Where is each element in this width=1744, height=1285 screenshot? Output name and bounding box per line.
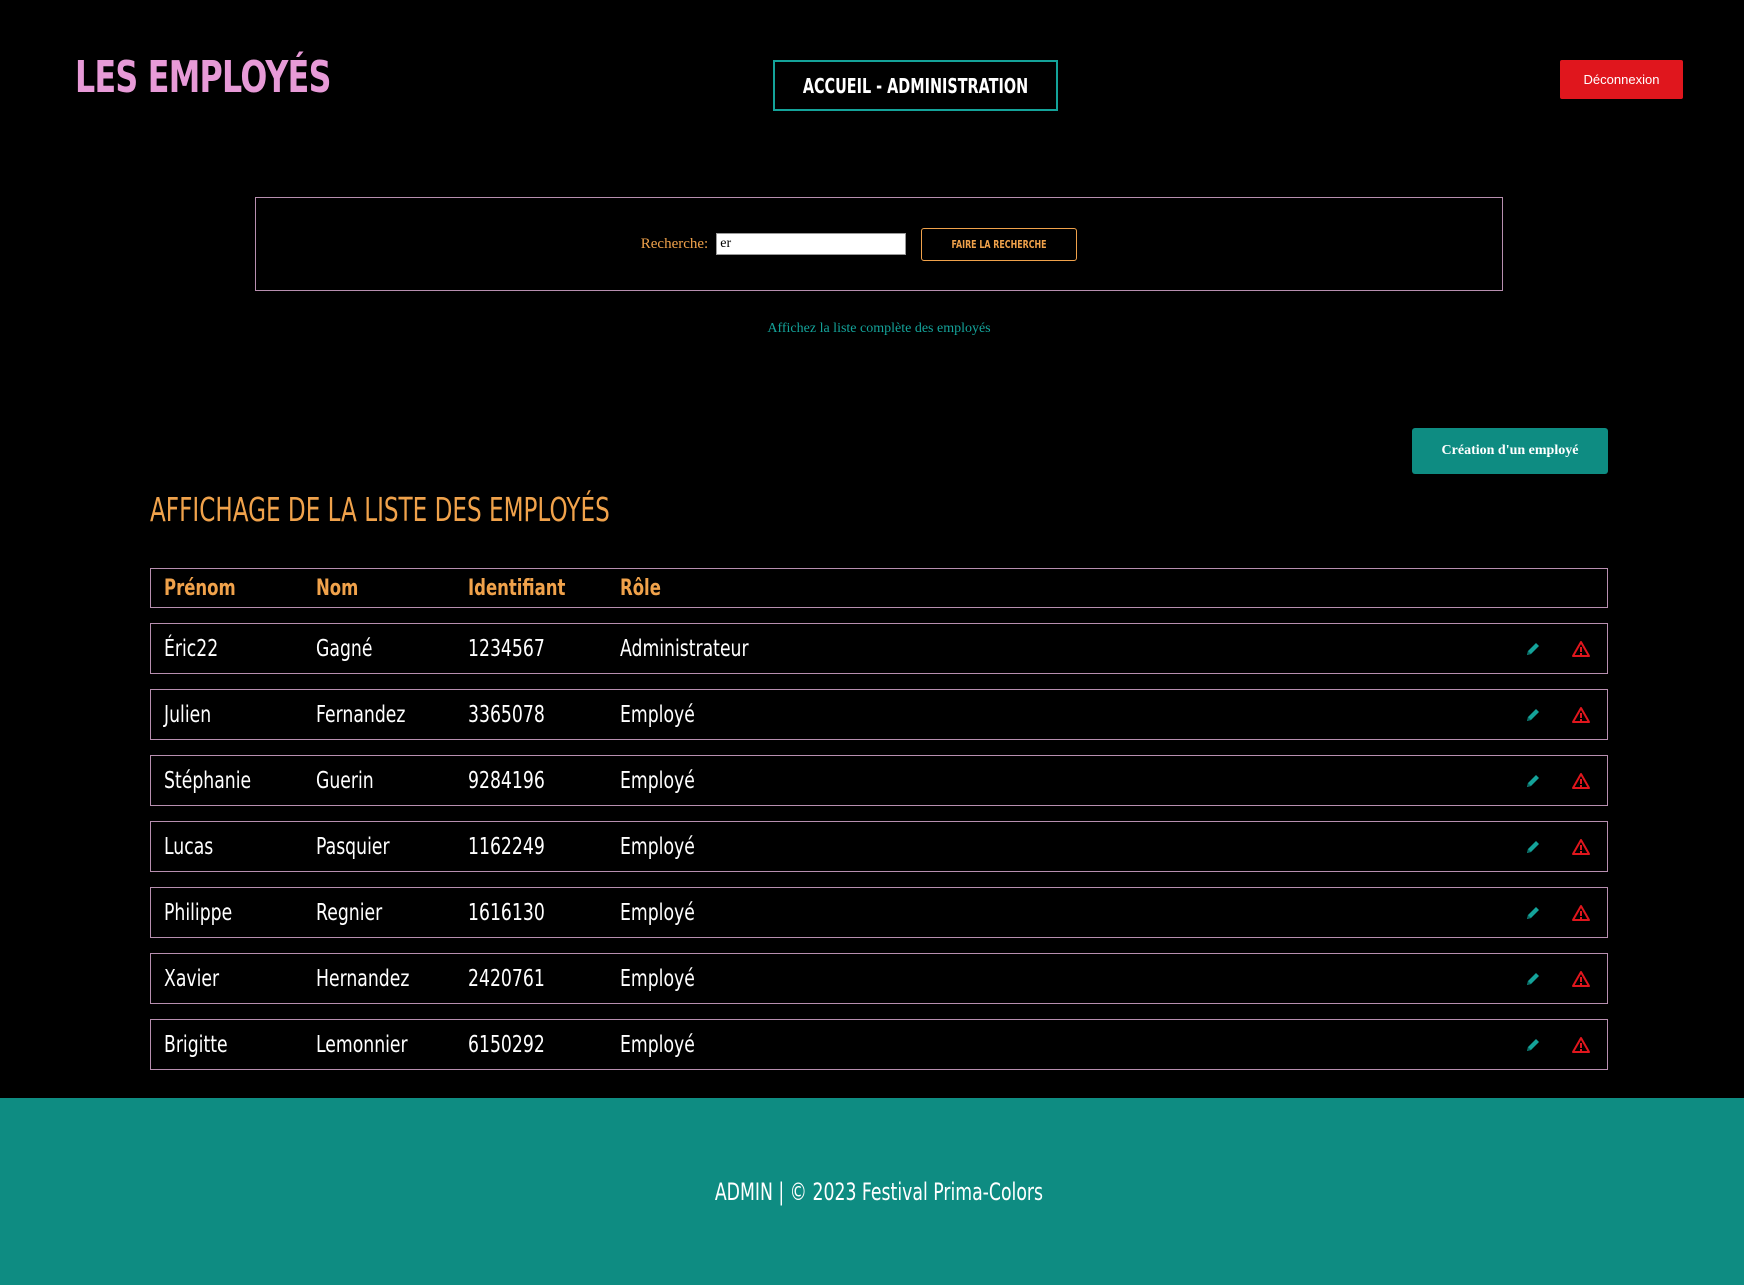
cell-first-name: Julien	[164, 701, 212, 728]
cell-last-name: Guerin	[316, 767, 374, 794]
cell-identifier: 6150292	[468, 1031, 545, 1058]
column-header-identifier: Identifiant	[468, 575, 566, 601]
search-button[interactable]: FAIRE LA RECHERCHE	[921, 227, 1078, 261]
table-row: Éric22 Gagné 1234567 Administrateur	[150, 623, 1608, 674]
table-row: Julien Fernandez 3365078 Employé	[150, 689, 1608, 740]
cell-first-name: Philippe	[164, 899, 233, 926]
cell-first-name: Stéphanie	[164, 767, 252, 794]
cell-role: Employé	[620, 965, 695, 992]
column-header-last-name: Nom	[316, 575, 359, 601]
pencil-icon[interactable]	[1520, 900, 1546, 926]
table-header: Prénom Nom Identifiant Rôle	[150, 568, 1608, 608]
column-header-first-name: Prénom	[164, 575, 236, 601]
nav-home-administration[interactable]: ACCUEIL - ADMINISTRATION	[773, 60, 1058, 111]
cell-identifier: 2420761	[468, 965, 545, 992]
cell-identifier: 1162249	[468, 833, 545, 860]
search-button-label: FAIRE LA RECHERCHE	[951, 237, 1047, 251]
cell-role: Employé	[620, 899, 695, 926]
cell-first-name: Lucas	[164, 833, 214, 860]
warning-triangle-icon[interactable]	[1568, 966, 1594, 992]
cell-role: Employé	[620, 701, 695, 728]
cell-first-name: Brigitte	[164, 1031, 228, 1058]
pencil-icon[interactable]	[1520, 966, 1546, 992]
cell-first-name: Xavier	[164, 965, 220, 992]
warning-triangle-icon[interactable]	[1568, 834, 1594, 860]
cell-identifier: 9284196	[468, 767, 545, 794]
cell-identifier: 1234567	[468, 635, 545, 662]
cell-role: Employé	[620, 1031, 695, 1058]
footer-text: ADMIN | © 2023 Festival Prima-Colors	[714, 1177, 1044, 1206]
warning-triangle-icon[interactable]	[1568, 768, 1594, 794]
pencil-icon[interactable]	[1520, 702, 1546, 728]
cell-last-name: Lemonnier	[316, 1031, 408, 1058]
pencil-icon[interactable]	[1520, 834, 1546, 860]
cell-last-name: Gagné	[316, 635, 373, 662]
table-row: Brigitte Lemonnier 6150292 Employé	[150, 1019, 1608, 1070]
column-header-role: Rôle	[620, 575, 661, 601]
pencil-icon[interactable]	[1520, 768, 1546, 794]
warning-triangle-icon[interactable]	[1568, 702, 1594, 728]
nav-home-administration-label: ACCUEIL - ADMINISTRATION	[802, 73, 1029, 98]
pencil-icon[interactable]	[1520, 636, 1546, 662]
section-title: AFFICHAGE DE LA LISTE DES EMPLOYÉS	[150, 490, 610, 529]
warning-triangle-icon[interactable]	[1568, 1032, 1594, 1058]
table-row: Xavier Hernandez 2420761 Employé	[150, 953, 1608, 1004]
cell-last-name: Fernandez	[316, 701, 406, 728]
footer: ADMIN | © 2023 Festival Prima-Colors	[0, 1098, 1744, 1285]
warning-triangle-icon[interactable]	[1568, 900, 1594, 926]
site-title: LES EMPLOYÉS	[75, 52, 331, 103]
cell-role: Employé	[620, 833, 695, 860]
full-list-link[interactable]: Affichez la liste complète des employés	[0, 321, 1744, 337]
cell-role: Administrateur	[620, 635, 749, 662]
cell-identifier: 3365078	[468, 701, 545, 728]
table-row: Stéphanie Guerin 9284196 Employé	[150, 755, 1608, 806]
logout-button[interactable]: Déconnexion	[1560, 60, 1683, 99]
table-row: Lucas Pasquier 1162249 Employé	[150, 821, 1608, 872]
cell-last-name: Pasquier	[316, 833, 390, 860]
pencil-icon[interactable]	[1520, 1032, 1546, 1058]
warning-triangle-icon[interactable]	[1568, 636, 1594, 662]
search-panel: Recherche: FAIRE LA RECHERCHE	[255, 197, 1503, 291]
cell-first-name: Éric22	[164, 635, 219, 662]
cell-role: Employé	[620, 767, 695, 794]
create-employee-button[interactable]: Création d'un employé	[1412, 428, 1608, 474]
cell-identifier: 1616130	[468, 899, 545, 926]
table-row: Philippe Regnier 1616130 Employé	[150, 887, 1608, 938]
cell-last-name: Hernandez	[316, 965, 410, 992]
search-input[interactable]	[716, 233, 907, 255]
search-label: Recherche:	[640, 235, 709, 252]
cell-last-name: Regnier	[316, 899, 383, 926]
